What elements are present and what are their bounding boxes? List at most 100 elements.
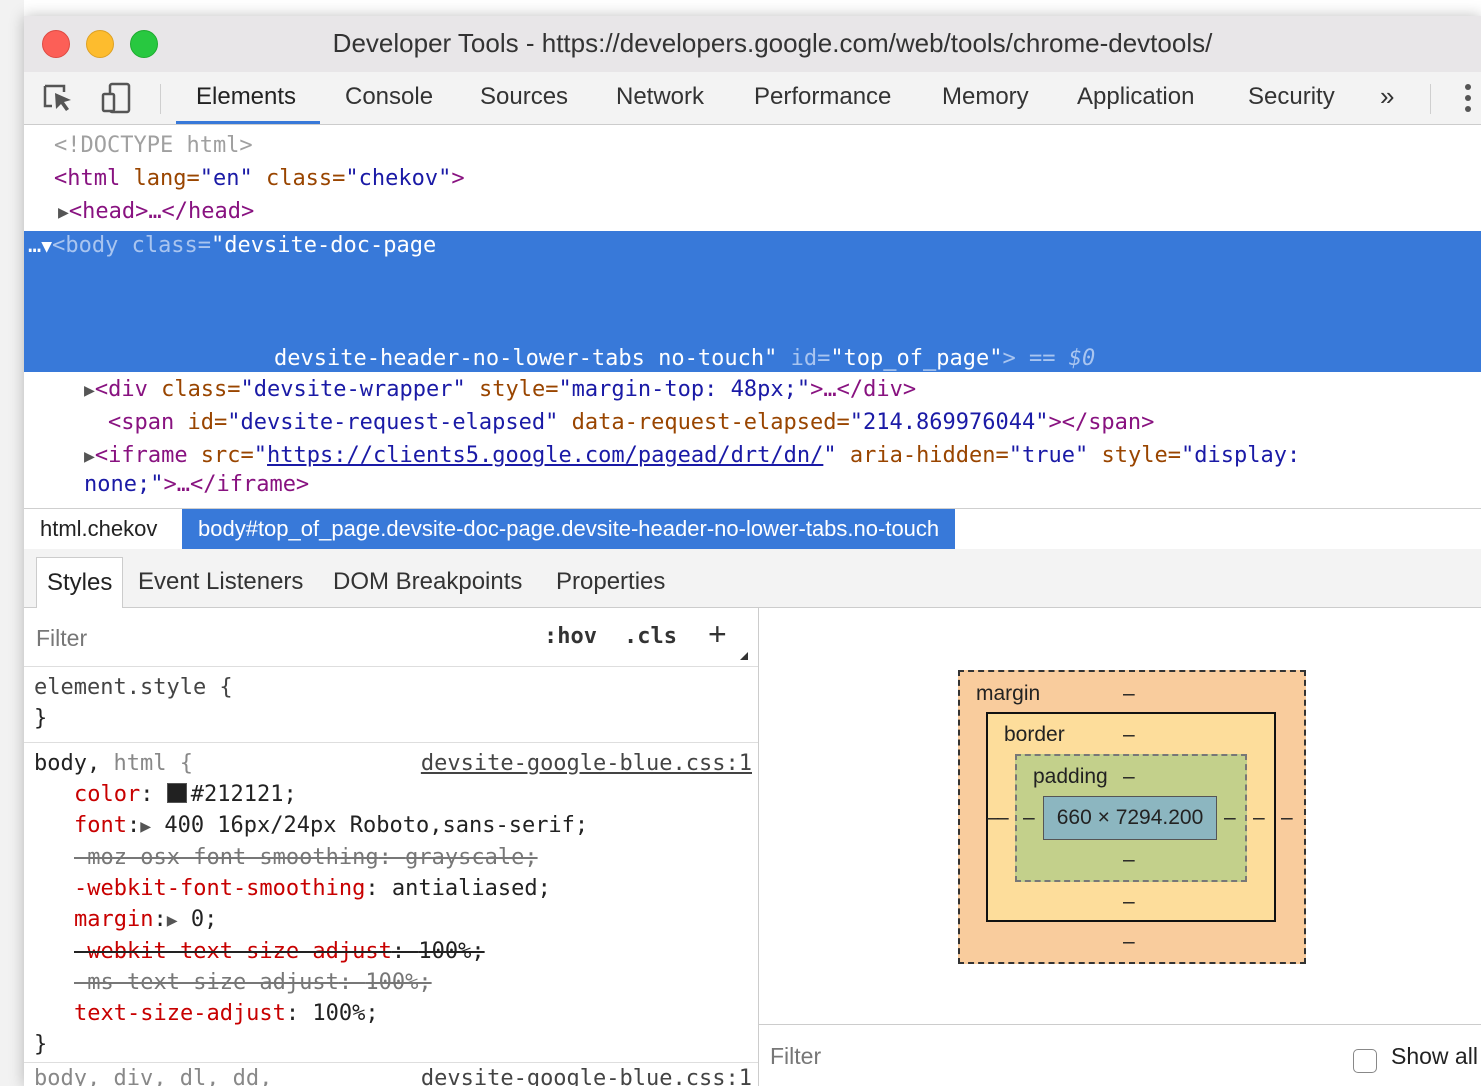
property-name[interactable]: font: [74, 813, 127, 838]
show-all-checkbox[interactable]: [1353, 1049, 1377, 1073]
border-left-value[interactable]: –: [997, 806, 1009, 830]
dom-node-span[interactable]: <span id="devsite-request-elapsed" data-…: [108, 406, 1154, 439]
hover-state-toggle[interactable]: :hov: [544, 624, 597, 649]
tab-dom-breakpoints[interactable]: DOM Breakpoints: [333, 557, 522, 607]
property-value[interactable]: 100%;: [418, 939, 484, 964]
html-tag: <html: [54, 166, 121, 191]
box-model-content[interactable]: 660 × 7294.200: [1043, 796, 1217, 840]
element-style-rule[interactable]: element.style { }: [34, 672, 233, 734]
expand-triangle-icon[interactable]: ▶: [58, 202, 69, 223]
show-all-label[interactable]: Show all: [1391, 1043, 1478, 1070]
breadcrumb: html.chekov body#top_of_page.devsite-doc…: [24, 508, 1481, 550]
tab-security[interactable]: Security: [1248, 72, 1335, 124]
doctype-text: <!DOCTYPE html>: [54, 133, 253, 158]
property-name[interactable]: -ms-text-size-adjust: [74, 970, 339, 995]
border-right-value[interactable]: –: [1253, 806, 1265, 830]
box-model-pane: margin – border – padding – 660 × 7294.2…: [759, 608, 1481, 1086]
attr-value: none;": [84, 472, 164, 497]
more-tabs-chevron-icon[interactable]: »: [1380, 72, 1394, 124]
margin-label: margin: [976, 682, 1041, 705]
collapse-triangle-icon[interactable]: ▼: [41, 236, 52, 257]
expand-triangle-icon[interactable]: ▶: [84, 446, 95, 467]
color-swatch[interactable]: [166, 783, 187, 803]
span-tag: <span: [108, 410, 175, 435]
add-rule-icon[interactable]: +: [708, 616, 727, 653]
attr-value: "devsite-doc-page: [211, 233, 437, 258]
expand-shorthand-icon[interactable]: ▶: [167, 910, 178, 931]
styles-filter-input[interactable]: Filter: [36, 625, 87, 652]
dom-node-html[interactable]: <html lang="en" class="chekov">: [54, 162, 465, 195]
styles-pane: Filter :hov .cls + element.style { } bod…: [24, 608, 759, 1086]
tab-sources[interactable]: Sources: [480, 72, 568, 124]
tab-styles[interactable]: Styles: [36, 557, 124, 608]
border-label: border: [1004, 723, 1065, 746]
tab-network[interactable]: Network: [616, 72, 704, 124]
add-rule-menu-corner-icon[interactable]: [740, 652, 748, 660]
attr-name: class=: [118, 233, 212, 258]
property-value[interactable]: 0;: [191, 907, 218, 932]
dom-node-doctype[interactable]: <!DOCTYPE html>: [54, 129, 253, 162]
body-html-rule[interactable]: body, html {devsite-google-blue.css:1 co…: [34, 748, 754, 1060]
next-rule-partial[interactable]: body, div, dl, dd, devsite-google-blue.cs…: [34, 1066, 754, 1086]
property-value[interactable]: antialiased;: [392, 876, 551, 901]
more-menu-icon[interactable]: [1463, 84, 1473, 114]
window-title: Developer Tools - https://developers.goo…: [332, 28, 1213, 58]
margin-right-value[interactable]: –: [1281, 806, 1293, 830]
tab-elements[interactable]: Elements: [175, 72, 321, 124]
margin-bottom-value[interactable]: –: [1123, 930, 1135, 954]
attr-value: "display:: [1180, 443, 1301, 468]
property-name[interactable]: -moz-osx-font-smoothing: [74, 845, 379, 870]
attr-name: data-request-elapsed=: [558, 410, 850, 435]
property-name[interactable]: color: [74, 782, 140, 807]
computed-filter-input[interactable]: Filter: [770, 1043, 821, 1070]
breadcrumb-html[interactable]: html.chekov: [24, 509, 173, 549]
attr-name: lang=: [120, 166, 200, 191]
stylesheet-source-link[interactable]: devsite-google-blue.css:1: [421, 1066, 752, 1086]
rule-separator: [24, 1062, 758, 1063]
rule-selector: body, div, dl, dd,: [34, 1066, 273, 1086]
attr-name: id=: [777, 346, 831, 371]
tab-console[interactable]: Console: [345, 72, 433, 124]
expand-triangle-icon[interactable]: ▶: [84, 380, 95, 401]
property-name[interactable]: -webkit-font-smoothing: [74, 876, 365, 901]
property-value[interactable]: 100%;: [312, 1001, 378, 1026]
tab-memory[interactable]: Memory: [942, 72, 1029, 124]
property-name[interactable]: margin: [74, 907, 153, 932]
tab-event-listeners[interactable]: Event Listeners: [138, 557, 303, 607]
property-value[interactable]: 400 16px/24px Roboto,sans-serif;: [164, 813, 588, 838]
rule-close-brace: }: [34, 1032, 48, 1057]
margin-top-value[interactable]: –: [1123, 682, 1135, 706]
property-name[interactable]: text-size-adjust: [74, 1001, 286, 1026]
selected-node-marker: == $0: [1015, 346, 1096, 371]
iframe-src-link[interactable]: https://clients5.google.com/pagead/drt/d…: [267, 443, 823, 468]
head-tag: <head>…</head>: [68, 199, 255, 224]
tab-properties[interactable]: Properties: [556, 557, 665, 607]
dom-tree: <!DOCTYPE html> <html lang="en" class="c…: [24, 125, 1481, 508]
inspect-element-icon[interactable]: [42, 82, 76, 114]
node-actions-ellipsis[interactable]: …: [28, 233, 41, 258]
border-bottom-value[interactable]: –: [1123, 890, 1135, 914]
dom-node-div[interactable]: ▶<div class="devsite-wrapper" style="mar…: [84, 373, 916, 406]
tab-performance[interactable]: Performance: [754, 72, 891, 124]
padding-top-value[interactable]: –: [1123, 765, 1135, 789]
body-tag: <body: [52, 233, 119, 258]
property-value[interactable]: #212121;: [191, 782, 297, 807]
stylesheet-source-link[interactable]: devsite-google-blue.css:1: [421, 748, 752, 779]
dom-node-head[interactable]: ▶<head>…</head>: [58, 195, 254, 228]
breadcrumb-body[interactable]: body#top_of_page.devsite-doc-page.devsit…: [182, 509, 956, 549]
expand-shorthand-icon[interactable]: ▶: [140, 816, 151, 837]
property-name[interactable]: -webkit-text-size-adjust: [74, 939, 392, 964]
property-value[interactable]: 100%;: [365, 970, 431, 995]
attr-value: "214.869976044": [849, 410, 1049, 435]
padding-bottom-value[interactable]: –: [1123, 848, 1135, 872]
padding-right-value[interactable]: –: [1224, 806, 1236, 830]
attr-name: src=: [187, 443, 254, 468]
property-value[interactable]: grayscale;: [405, 845, 537, 870]
attr-name: class=: [147, 377, 241, 402]
padding-left-value[interactable]: –: [1023, 806, 1035, 830]
class-toggle[interactable]: .cls: [624, 624, 677, 649]
tab-application[interactable]: Application: [1077, 72, 1194, 124]
device-toolbar-icon[interactable]: [100, 82, 134, 114]
border-top-value[interactable]: –: [1123, 723, 1135, 747]
dom-node-body[interactable]: …▼<body class="devsite-doc-page: [28, 229, 436, 262]
